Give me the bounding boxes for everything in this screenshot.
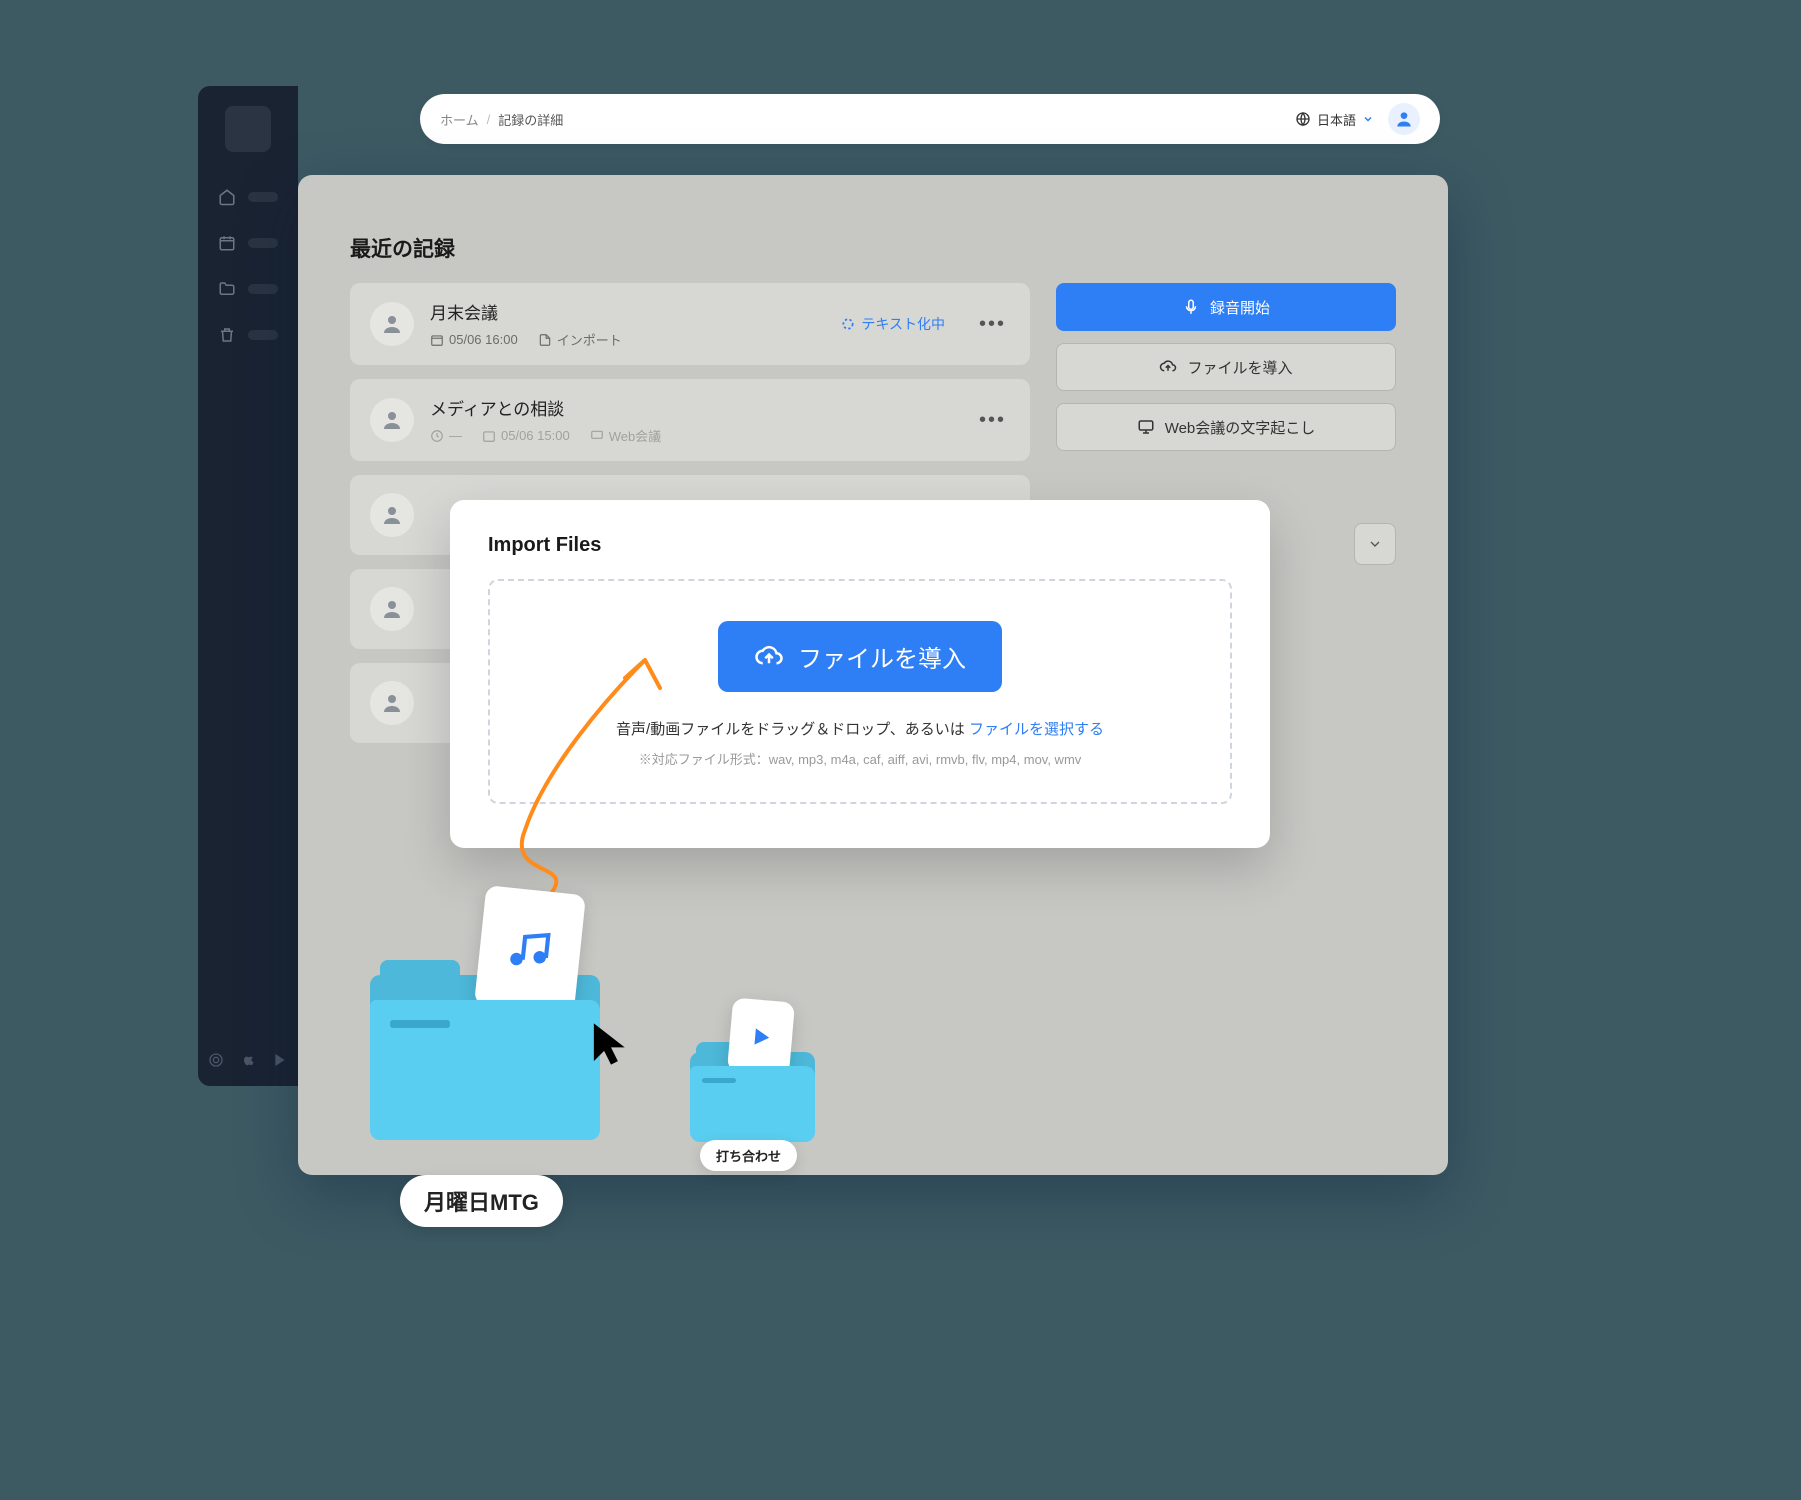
section-title: 最近の記録 — [350, 233, 1396, 263]
modal-title: Import Files — [488, 534, 1232, 557]
clock-icon — [430, 429, 444, 443]
record-status: テキスト化中 — [841, 314, 945, 334]
mic-icon — [1182, 298, 1200, 316]
folder-label-big: 月曜日MTG — [400, 1175, 563, 1227]
brand-logo — [225, 106, 271, 152]
cloud-upload-icon — [754, 642, 784, 672]
trash-icon — [218, 326, 236, 344]
button-label: ファイルを導入 — [1187, 357, 1292, 378]
more-button[interactable]: ••• — [975, 313, 1010, 336]
monitor-icon — [1137, 418, 1155, 436]
record-tag: インポート — [557, 330, 622, 349]
avatar — [370, 302, 414, 346]
calendar-icon — [482, 429, 496, 443]
record-item[interactable]: 月末会議 05/06 16:00 インポート テキスト化中 ••• — [350, 283, 1030, 365]
sidebar — [198, 86, 298, 1086]
topbar: ホーム / 記録の詳細 日本語 — [420, 94, 1440, 144]
chevron-down-icon — [1362, 113, 1374, 125]
record-date: 05/06 16:00 — [449, 332, 518, 347]
more-button[interactable]: ••• — [975, 409, 1010, 432]
user-avatar[interactable] — [1388, 103, 1420, 135]
import-button[interactable]: ファイルを導入 — [718, 621, 1002, 692]
dropzone-text: 音声/動画ファイルをドラッグ＆ドロップ、あるいは ファイルを選択する — [520, 718, 1200, 739]
user-icon — [1394, 109, 1414, 129]
import-modal: Import Files ファイルを導入 音声/動画ファイルをドラッグ＆ドロップ… — [450, 500, 1270, 848]
record-title: メディアとの相談 — [430, 395, 959, 420]
calendar-icon — [430, 333, 444, 347]
breadcrumb: ホーム / 記録の詳細 — [440, 110, 563, 129]
language-label: 日本語 — [1317, 110, 1356, 129]
calendar-icon — [218, 234, 236, 252]
sidebar-footer — [198, 1052, 298, 1068]
breadcrumb-home[interactable]: ホーム — [440, 110, 479, 129]
record-item[interactable]: メディアとの相談 — 05/06 15:00 Web会議 ••• — [350, 379, 1030, 461]
button-label: Web会議の文字起こし — [1165, 417, 1316, 438]
monitor-icon — [590, 429, 604, 443]
folder-icon — [218, 280, 236, 298]
file-icon — [538, 333, 552, 347]
sidebar-item-trash[interactable] — [210, 318, 286, 352]
folder-label-small: 打ち合わせ — [700, 1140, 797, 1171]
play-icon — [272, 1052, 288, 1068]
language-selector[interactable]: 日本語 — [1295, 110, 1374, 129]
cloud-upload-icon — [1159, 358, 1177, 376]
record-tag: Web会議 — [609, 426, 662, 445]
chrome-icon — [208, 1052, 224, 1068]
breadcrumb-current: 記録の詳細 — [498, 110, 563, 129]
loading-icon — [841, 317, 855, 331]
record-title: 月末会議 — [430, 299, 825, 324]
home-icon — [218, 188, 236, 206]
file-select-link[interactable]: ファイルを選択する — [969, 721, 1104, 738]
user-icon — [380, 408, 404, 432]
breadcrumb-sep: / — [487, 112, 491, 127]
globe-icon — [1295, 111, 1311, 127]
sidebar-item-calendar[interactable] — [210, 226, 286, 260]
format-hint: ※対応ファイル形式：wav, mp3, m4a, caf, aiff, avi,… — [520, 749, 1200, 768]
sidebar-item-home[interactable] — [210, 180, 286, 214]
start-recording-button[interactable]: 録音開始 — [1056, 283, 1396, 331]
avatar — [370, 398, 414, 442]
dropzone[interactable]: ファイルを導入 音声/動画ファイルをドラッグ＆ドロップ、あるいは ファイルを選択… — [488, 579, 1232, 804]
record-date: 05/06 15:00 — [501, 428, 570, 443]
sidebar-item-folders[interactable] — [210, 272, 286, 306]
dropdown-toggle[interactable] — [1354, 523, 1396, 565]
apple-icon — [240, 1052, 256, 1068]
web-meeting-button[interactable]: Web会議の文字起こし — [1056, 403, 1396, 451]
import-file-button[interactable]: ファイルを導入 — [1056, 343, 1396, 391]
chevron-down-icon — [1367, 536, 1383, 552]
button-label: 録音開始 — [1210, 297, 1270, 318]
user-icon — [380, 312, 404, 336]
button-label: ファイルを導入 — [798, 639, 966, 674]
cursor-icon — [590, 1020, 632, 1068]
